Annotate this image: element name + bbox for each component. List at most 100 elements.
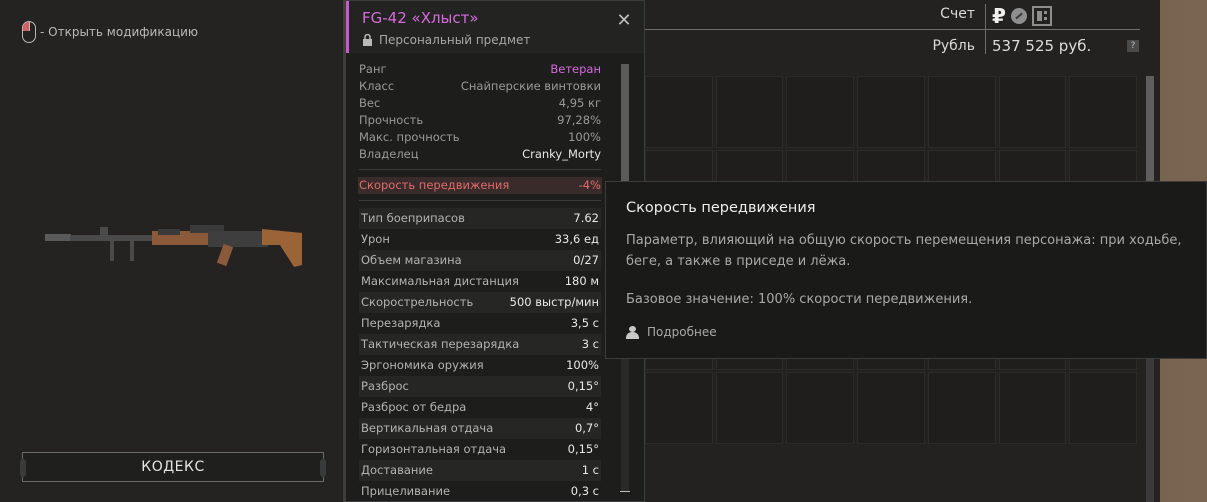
coin-icon[interactable] [1010, 8, 1027, 24]
weapon-stat-row[interactable]: Разброс 0,15° [359, 376, 601, 397]
stat-value: 0,7° [574, 421, 599, 435]
codex-button[interactable]: КОДЕКС [20, 452, 326, 482]
weapon-stat-row[interactable]: Доставание 1 с [359, 460, 601, 481]
item-header: FG-42 «Хлыст» Персональный предмет ✕ [346, 1, 644, 53]
weapon-stat-row[interactable]: Тактическая перезарядка 3 с [359, 334, 601, 355]
item-info-panel: FG-42 «Хлыст» Персональный предмет ✕ Ран… [345, 0, 645, 502]
stat-value: 0,15° [567, 442, 599, 456]
inventory-cell[interactable] [857, 372, 925, 444]
stat-key: Урон [361, 232, 390, 246]
stat-value: 0/27 [573, 253, 599, 267]
stat-value: 0,15° [567, 379, 599, 393]
chip-icon[interactable] [1031, 6, 1052, 26]
inventory-cell[interactable] [927, 372, 996, 444]
inventory-cell[interactable] [786, 76, 855, 148]
weapon-stat-row[interactable]: Перезарядка 3,5 с [359, 313, 601, 334]
stat-value: Cranky_Morty [522, 147, 601, 161]
stat-value: Снайперские винтовки [460, 79, 601, 93]
stats-scroll-thumb[interactable] [621, 64, 629, 184]
tooltip-more-link[interactable]: Подробнее [626, 325, 1186, 339]
inventory-cell[interactable] [857, 76, 925, 148]
scroll-end-marker [620, 491, 630, 492]
stat-value: 0,3 с [570, 484, 599, 498]
inventory-cell[interactable] [715, 372, 784, 444]
inventory-cell[interactable] [645, 372, 713, 444]
button-cap-left [20, 459, 26, 477]
inventory-scroll-thumb[interactable] [1146, 76, 1154, 186]
stat-key: Тип боеприпасов [361, 211, 465, 225]
account-vertical-divider [985, 4, 986, 54]
stat-row: Владелец Cranky_Morty [359, 146, 601, 163]
stat-value: 100% [568, 130, 601, 144]
weapon-stat-row[interactable]: Эргономика оружия 100% [359, 355, 601, 376]
modifier-row[interactable]: Скорость передвижения -4% [358, 177, 602, 194]
stat-key: Прочность [359, 113, 424, 127]
stat-key: Перезарядка [361, 316, 441, 330]
stats-divider [359, 169, 601, 170]
stat-value: 7.62 [573, 211, 599, 225]
ruble-icon[interactable]: ₽ [992, 4, 1006, 28]
stat-key: Макс. прочность [359, 130, 460, 144]
stat-value: 500 выстр/мин [509, 295, 599, 309]
stat-value: 100% [566, 358, 599, 372]
weapon-stat-row[interactable]: Разброс от бедра 4° [359, 397, 601, 418]
stat-key: Тактическая перезарядка [361, 337, 520, 351]
weapon-stat-row[interactable]: Максимальная дистанция 180 м [359, 271, 601, 292]
weapon-stats-list: Тип боеприпасов 7.62 Урон 33,6 ед Объем ма… [359, 208, 601, 502]
weapon-stat-row[interactable]: Скорострельность 500 выстр/мин [359, 292, 601, 313]
weapon-stat-row[interactable]: Тип боеприпасов 7.62 [359, 208, 601, 229]
weapon-stat-row[interactable]: Вертикальная отдача 0,7° [359, 418, 601, 439]
stat-key: Разброс [361, 379, 409, 393]
tooltip-more-label: Подробнее [647, 325, 717, 339]
item-title: FG-42 «Хлыст» [362, 9, 479, 27]
stat-key: Эргономика оружия [361, 358, 484, 372]
mouse-icon [22, 21, 36, 43]
stat-row: Ранг Ветеран [359, 61, 601, 78]
stats-divider [359, 200, 601, 201]
stat-tooltip: Скорость передвижения Параметр, влияющий… [605, 181, 1207, 359]
stat-key: Класс [359, 79, 395, 93]
stat-key: Владелец [359, 147, 419, 161]
inventory-cell[interactable] [1069, 372, 1138, 444]
stat-key: Горизонтальная отдача [361, 442, 507, 456]
weapon-stat-row[interactable]: Горизонтальная отдача 0,15° [359, 439, 601, 460]
weapon-stat-row[interactable]: Прицеливание 0,3 с [359, 481, 601, 502]
close-button[interactable]: ✕ [616, 12, 632, 30]
stat-value: 33,6 ед [554, 232, 599, 246]
stat-key: Максимальная дистанция [361, 274, 519, 288]
help-icon[interactable]: ? [1127, 40, 1139, 52]
account-divider [645, 29, 1140, 30]
weapon-stat-row[interactable]: Урон 33,6 ед [359, 229, 601, 250]
modifier-key: Скорость передвижения [359, 178, 510, 192]
stat-row: Класс Снайперские винтовки [359, 78, 601, 95]
inventory-cell[interactable] [927, 76, 996, 148]
inventory-cell[interactable] [645, 76, 713, 148]
inventory-cell[interactable] [1069, 76, 1138, 148]
codex-label: КОДЕКС [141, 459, 205, 475]
stat-row: Прочность 97,28% [359, 112, 601, 129]
stat-value: 1 с [581, 463, 599, 477]
stat-value: 4° [585, 400, 599, 414]
item-preview-panel: - Открыть модификацию КОДЕКС [0, 0, 344, 502]
item-stats: Ранг Ветеран Класс Снайперские винтовки … [358, 61, 602, 502]
stat-value: 180 м [564, 274, 599, 288]
inventory-cell[interactable] [998, 372, 1067, 444]
open-mod-hint[interactable]: - Открыть модификацию [22, 21, 198, 43]
button-cap-right [320, 459, 326, 477]
stat-row: Вес 4,95 кг [359, 95, 601, 112]
stat-value: Ветеран [550, 62, 601, 76]
stat-row: Макс. прочность 100% [359, 129, 601, 146]
lock-icon [363, 34, 372, 46]
modifier-value: -4% [578, 178, 601, 192]
inventory-cell[interactable] [786, 372, 855, 444]
stat-value: 3 с [581, 337, 599, 351]
weapon-stat-row[interactable]: Объем магазина 0/27 [359, 250, 601, 271]
inventory-cell[interactable] [715, 76, 784, 148]
currency-label: Рубль [932, 38, 975, 54]
stat-key: Прицеливание [361, 484, 451, 498]
account-label: Счет [940, 6, 975, 22]
stat-value: 97,28% [557, 113, 601, 127]
stat-key: Вес [359, 96, 381, 110]
inventory-cell[interactable] [998, 76, 1067, 148]
stat-key: Скорострельность [361, 295, 474, 309]
